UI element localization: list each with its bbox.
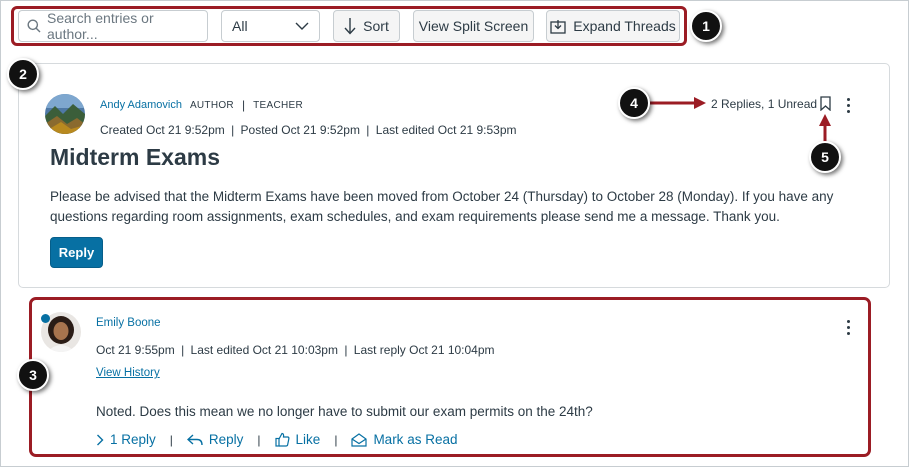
envelope-icon bbox=[351, 432, 368, 447]
replies-count-label: 1 Reply bbox=[110, 432, 156, 447]
reply-options-kebab-icon[interactable] bbox=[847, 320, 850, 335]
reply-link-label: Reply bbox=[208, 432, 244, 447]
expand-replies-button[interactable]: 1 Reply bbox=[96, 432, 156, 447]
callout-5: 5 bbox=[809, 141, 841, 173]
mark-as-read-label: Mark as Read bbox=[373, 432, 458, 447]
callout-1: 1 bbox=[690, 10, 722, 42]
reply-timestamps: Oct 21 9:55pm | Last edited Oct 21 10:03… bbox=[96, 343, 495, 357]
reply-actions: 1 Reply | Reply | Like | Mark as Read bbox=[96, 432, 457, 447]
mark-as-read-button[interactable]: Mark as Read bbox=[351, 432, 457, 447]
callout-3: 3 bbox=[17, 359, 49, 391]
action-divider: | bbox=[334, 432, 338, 447]
view-history-link[interactable]: View History bbox=[96, 367, 160, 379]
reply-arrow-icon bbox=[186, 433, 203, 445]
action-divider: | bbox=[169, 432, 173, 447]
reply-date: Oct 21 9:55pm bbox=[96, 343, 175, 357]
callout-2: 2 bbox=[7, 58, 39, 90]
reply-author-name[interactable]: Emily Boone bbox=[96, 317, 161, 329]
callout-4: 4 bbox=[618, 87, 650, 119]
like-button[interactable]: Like bbox=[274, 432, 321, 447]
reply-edited: Last edited Oct 21 10:03pm bbox=[190, 343, 338, 357]
reply-link-button[interactable]: Reply bbox=[186, 432, 244, 447]
thumbs-up-icon bbox=[274, 432, 290, 447]
action-divider: | bbox=[257, 432, 261, 447]
unread-indicator bbox=[41, 314, 50, 323]
chevron-right-icon bbox=[97, 434, 104, 445]
reply-last-reply: Last reply Oct 21 10:04pm bbox=[353, 343, 495, 357]
like-label: Like bbox=[295, 432, 321, 447]
reply-message: Noted. Does this mean we no longer have … bbox=[96, 404, 593, 419]
